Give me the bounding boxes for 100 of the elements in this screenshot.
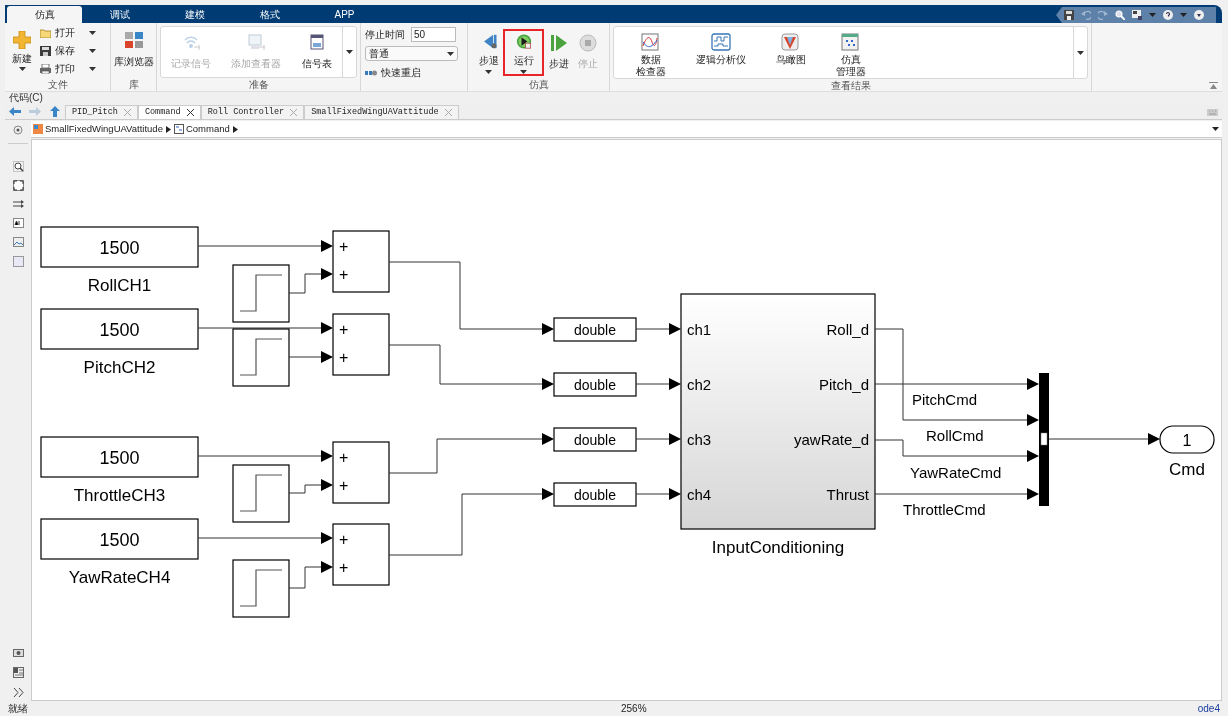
- step-block: [232, 264, 290, 323]
- sign-label: +: [339, 266, 349, 283]
- grid-window-icon: [841, 33, 861, 51]
- forward-arrow-icon: [29, 107, 41, 116]
- document-tab[interactable]: Command: [137, 105, 201, 119]
- sign-label: +: [339, 531, 349, 548]
- library-browser-button[interactable]: 库浏览器: [111, 25, 156, 76]
- fast-restart-icon: [365, 68, 377, 77]
- document-tab[interactable]: SmallFixedWingUAVattitude: [304, 105, 459, 119]
- step-button[interactable]: 步进: [544, 29, 574, 76]
- annotation-icon: [12, 217, 24, 229]
- signal-line: [288, 561, 333, 589]
- ribbon-tab[interactable]: 格式: [232, 6, 307, 23]
- caret-icon: [520, 70, 528, 74]
- save-icon: [40, 45, 51, 56]
- new-button[interactable]: 新建: [7, 24, 37, 77]
- table-icon: [307, 33, 326, 50]
- sum-block: [332, 523, 390, 586]
- mode-dropdown[interactable]: 普通: [365, 46, 458, 61]
- block-value: 1500: [99, 238, 140, 258]
- ribbon-tab[interactable]: 调试: [82, 6, 157, 23]
- group-label: 准备: [247, 78, 270, 91]
- block-value: double: [574, 487, 616, 503]
- port-label: yawRate_d: [793, 431, 869, 448]
- caret-icon: [1149, 13, 1156, 17]
- monitor-icon: [247, 33, 266, 50]
- block-label: PitchCH2: [83, 358, 156, 377]
- signal-line: [288, 268, 333, 294]
- undo-icon: [1081, 10, 1091, 20]
- block-value: 1500: [99, 320, 140, 340]
- ribbon-tab[interactable]: APP: [307, 6, 382, 23]
- menu-circle-icon: [1194, 10, 1204, 20]
- funnel-icon: [781, 33, 801, 51]
- caret-icon: [89, 48, 96, 53]
- double-chevron-icon: [12, 686, 24, 698]
- block-label: Cmd: [1169, 460, 1205, 479]
- caret-icon: [1180, 13, 1187, 17]
- properties-icon: [12, 666, 24, 678]
- signal-line: [635, 433, 681, 445]
- signal-line: [635, 378, 681, 390]
- ribbon-tab[interactable]: 仿真: [7, 6, 82, 23]
- folder-icon: [40, 27, 51, 38]
- run-icon: [514, 34, 533, 49]
- step-block: [232, 328, 290, 387]
- sign-label: +: [339, 477, 349, 494]
- outport-block: [1159, 425, 1215, 454]
- stop-icon: [579, 34, 598, 52]
- more-button[interactable]: [342, 27, 356, 77]
- arrow-right-icon: [232, 125, 238, 133]
- review-button[interactable]: 数据 检查器: [636, 33, 666, 78]
- signal-line: [288, 351, 333, 363]
- waveform-icon: [711, 33, 731, 51]
- review-button[interactable]: 逻辑分析仪: [696, 33, 746, 66]
- group-label: 查看结果: [829, 79, 872, 92]
- window-icon: [1132, 10, 1142, 20]
- block-value: double: [574, 432, 616, 448]
- hide-icon: [12, 125, 24, 136]
- plus-icon: [13, 30, 31, 49]
- review-button[interactable]: 仿真 管理器: [836, 33, 866, 78]
- block-value: 1500: [99, 530, 140, 550]
- block-label: InputConditioning: [711, 538, 845, 557]
- menu-item[interactable]: 代码(C): [9, 92, 43, 104]
- fast-restart-button[interactable]: 快速重启: [365, 65, 467, 80]
- close-icon: [186, 109, 194, 116]
- port-label: Thrust: [826, 486, 869, 503]
- document-tab[interactable]: PID_Pitch: [65, 105, 138, 119]
- signal-label: RollCmd: [926, 427, 984, 444]
- file-menu-button[interactable]: 保存: [40, 43, 96, 58]
- blocks-grid-icon: [124, 32, 143, 48]
- redo-icon: [1098, 10, 1108, 20]
- fit-view-icon: [12, 179, 24, 191]
- breadcrumb-link[interactable]: SmallFixedWingUAVattitude: [33, 121, 163, 137]
- stop-time-field[interactable]: 50: [411, 27, 456, 42]
- close-icon: [290, 109, 298, 116]
- block-value: double: [574, 377, 616, 393]
- group-label: 库: [127, 78, 140, 91]
- run-button[interactable]: 运行: [503, 29, 545, 76]
- ribbon-tab[interactable]: 建模: [157, 6, 232, 23]
- port-label: Pitch_d: [818, 376, 869, 393]
- sign-label: +: [339, 559, 349, 576]
- file-menu-button[interactable]: 打开: [40, 25, 96, 40]
- caret-icon: [18, 66, 26, 71]
- block-value: 1500: [99, 448, 140, 468]
- caret-icon: [346, 50, 353, 54]
- step-button[interactable]: 步退: [474, 29, 504, 76]
- sign-label: +: [339, 238, 349, 255]
- solver-link[interactable]: ode4: [1197, 701, 1222, 716]
- signal-label: ThrottleCmd: [903, 501, 986, 518]
- review-button[interactable]: 鸟瞰图: [776, 33, 806, 66]
- help-icon: [1163, 10, 1173, 20]
- prepare-button[interactable]: 信号表: [301, 28, 332, 76]
- port-label: ch4: [687, 486, 712, 503]
- more-button[interactable]: [1073, 27, 1087, 78]
- signal-label: PitchCmd: [912, 391, 978, 408]
- step-block: [232, 559, 290, 618]
- arrow-right-icon: [165, 125, 171, 133]
- document-tab[interactable]: Roll Controller: [200, 105, 305, 119]
- file-menu-button[interactable]: 打印: [40, 61, 96, 76]
- sum-block: [332, 441, 390, 504]
- breadcrumb-link[interactable]: Command: [173, 121, 230, 137]
